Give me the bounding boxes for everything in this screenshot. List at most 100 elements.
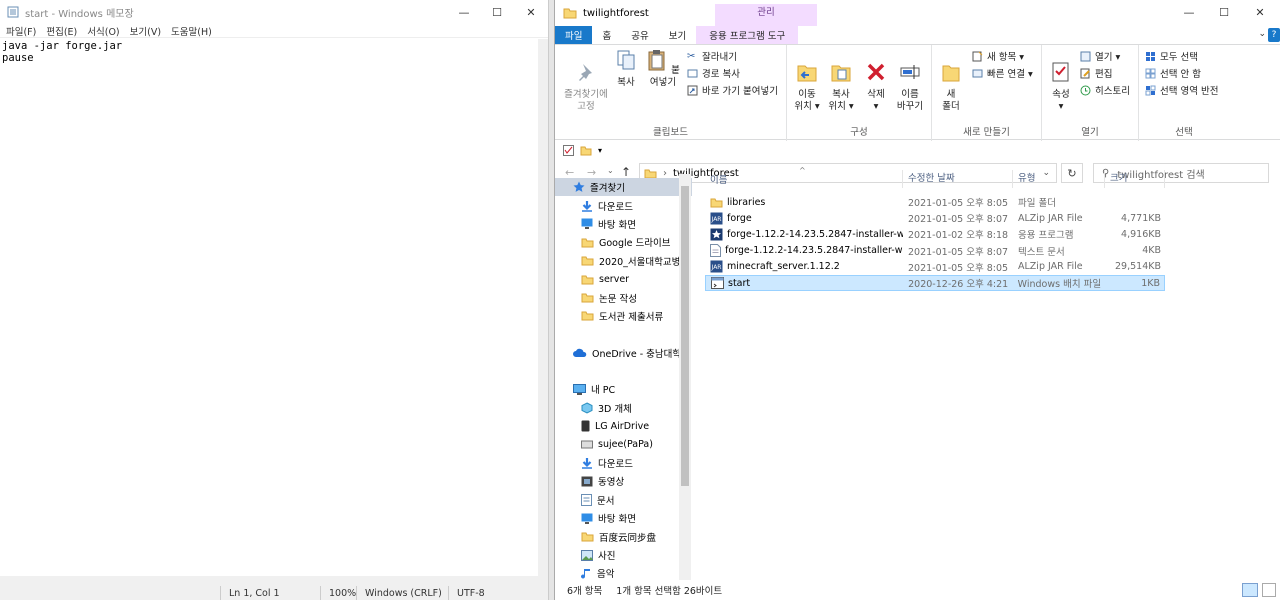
notepad-title: start - Windows 메모장	[25, 8, 134, 20]
nav-item[interactable]: server	[555, 270, 692, 288]
nav-item-label: 다운로드	[598, 201, 633, 213]
file-row[interactable]: forge-1.12.2-14.23.5.2847-installer-win.…	[705, 243, 1165, 259]
context-tab-manage[interactable]: 관리	[715, 4, 817, 26]
copy-button[interactable]: 복사	[611, 49, 641, 89]
nav-item[interactable]: 百度云同步盘	[555, 527, 692, 545]
maximize-button[interactable]: ☐	[480, 0, 514, 24]
properties-check-icon[interactable]	[563, 144, 574, 156]
nav-item[interactable]: 동영상	[555, 472, 692, 490]
nav-item[interactable]: 바탕 화면⚲	[555, 215, 692, 233]
file-row[interactable]: JAR forge 2021-01-05 오후 8:07 ALZip JAR File…	[705, 210, 1165, 226]
maximize-button[interactable]: ☐	[1207, 0, 1241, 24]
tab-share[interactable]: 공유	[621, 26, 658, 44]
select-all-button[interactable]: 모두 선택	[1145, 49, 1198, 63]
nav-item[interactable]: 바탕 화면	[555, 509, 692, 527]
new-folder-button[interactable]: 새 폴더	[936, 49, 966, 113]
minimize-button[interactable]: —	[447, 0, 481, 24]
navigation-pane: 즐겨찾기다운로드⚲바탕 화면⚲Google 드라이브⚲ 2020_서울대학교병se…	[555, 178, 692, 580]
copy-icon	[617, 50, 635, 70]
file-size: 1KB	[1141, 277, 1161, 289]
recent-locations-icon[interactable]: ⌄	[607, 166, 614, 175]
select-none-button[interactable]: 선택 안 함	[1145, 66, 1201, 80]
navigation-scrollbar[interactable]	[679, 174, 691, 580]
new-item-button[interactable]: 새 항목 ▾	[972, 49, 1024, 63]
nav-item[interactable]: OneDrive - 충남대학	[555, 344, 692, 362]
nav-item[interactable]: 도서관 제출서류	[555, 307, 692, 325]
nav-item[interactable]: 3D 개체	[555, 399, 692, 417]
file-row[interactable]: libraries 2021-01-05 오후 8:05 파일 폴더	[705, 194, 1165, 210]
notepad-titlebar[interactable]: start - Windows 메모장 — ☐ ✕	[0, 0, 548, 24]
file-row[interactable]: forge-1.12.2-14.23.5.2847-installer-win 2…	[705, 226, 1165, 242]
menu-edit[interactable]: 편집(E)	[46, 24, 77, 38]
notepad-window: start - Windows 메모장 — ☐ ✕ 파일(F) 편집(E) 서식…	[0, 0, 549, 600]
properties-button[interactable]: 속성 ▾	[1046, 49, 1076, 113]
nav-item[interactable]: 문서	[555, 491, 692, 509]
easy-access-button[interactable]: 빠른 연결 ▾	[972, 66, 1033, 80]
nav-item[interactable]: LG AirDrive	[555, 417, 692, 435]
up-icon[interactable]: ↑	[621, 165, 631, 179]
menu-format[interactable]: 서식(O)	[87, 24, 119, 38]
paste-button[interactable]: 붙여넣기	[643, 49, 683, 89]
file-type: 텍스트 문서	[1018, 246, 1065, 258]
nav-item-label: 사진	[598, 551, 616, 562]
nav-item[interactable]: Google 드라이브⚲	[555, 233, 692, 251]
file-row[interactable]: start 2020-12-26 오후 4:21 Windows 배치 파일 1KB	[705, 274, 1165, 292]
nav-item[interactable]: 내 PC	[555, 380, 692, 398]
large-icons-view-icon[interactable]	[1262, 583, 1276, 597]
help-icon[interactable]: ?	[1268, 28, 1280, 42]
notepad-menubar: 파일(F) 편집(E) 서식(O) 보기(V) 도움말(H)	[0, 24, 548, 38]
nav-item[interactable]: 다운로드⚲	[555, 196, 692, 214]
tab-application-tools[interactable]: 응용 프로그램 도구	[696, 26, 799, 44]
rename-button[interactable]: 이름 바꾸기	[893, 49, 927, 113]
menu-view[interactable]: 보기(V)	[130, 24, 161, 38]
copy-to-button[interactable]: 복사 위치 ▾	[825, 49, 857, 113]
nav-item[interactable]: 논문 작성	[555, 288, 692, 306]
folder-icon	[581, 310, 594, 321]
path-icon	[687, 69, 698, 77]
file-list: 이름 ^ 수정한 날짜 유형 크기 libraries 2021-01-05 오후…	[705, 166, 1275, 292]
menu-help[interactable]: 도움말(H)	[171, 24, 212, 38]
file-row[interactable]: JAR minecraft_server.1.12.2 2021-01-05 오후 …	[705, 259, 1165, 275]
history-button[interactable]: 히스토리	[1080, 83, 1130, 97]
paste-shortcut-button[interactable]: 바로 가기 붙여넣기	[687, 83, 778, 97]
file-name: forge-1.12.2-14.23.5.2847-installer-win	[727, 228, 903, 240]
minimize-button[interactable]: —	[1172, 0, 1206, 24]
nav-item[interactable]: 다운로드	[555, 454, 692, 472]
pin-icon	[579, 64, 592, 81]
column-date[interactable]: 수정한 날짜	[903, 170, 1013, 188]
new-folder-icon[interactable]	[580, 145, 592, 156]
file-type: ALZip JAR File	[1018, 261, 1083, 273]
close-button[interactable]: ✕	[1243, 0, 1277, 24]
notepad-vertical-scrollbar[interactable]	[538, 39, 548, 576]
delete-x-icon	[867, 63, 885, 81]
notepad-text-area[interactable]: java -jar forge.jar pause	[0, 39, 548, 576]
tab-view[interactable]: 보기	[659, 26, 696, 44]
delete-button[interactable]: 삭제 ▾	[861, 49, 891, 113]
qat-customize-icon[interactable]: ▾	[598, 146, 602, 155]
tab-file[interactable]: 파일	[555, 26, 593, 44]
pin-quick-access-button[interactable]: 즐겨찾기에 고정	[560, 49, 612, 113]
notepad-horizontal-scrollbar[interactable]	[0, 576, 548, 586]
explorer-titlebar[interactable]: twilightforest 관리 — ☐ ✕	[555, 0, 1280, 26]
nav-item[interactable]: sujee(PaPa)	[555, 435, 692, 453]
column-size[interactable]: 크기	[1105, 170, 1165, 188]
nav-item-label: 3D 개체	[598, 403, 632, 415]
open-button[interactable]: 열기 ▾	[1080, 49, 1120, 63]
menu-file[interactable]: 파일(F)	[6, 24, 36, 38]
copy-path-button[interactable]: 경로 복사	[687, 66, 740, 80]
file-size: 4KB	[1142, 245, 1161, 257]
close-button[interactable]: ✕	[514, 0, 548, 24]
edit-button[interactable]: 편집	[1080, 66, 1112, 80]
nav-item[interactable]: 사진	[555, 546, 692, 564]
nav-item[interactable]: 음악	[555, 564, 692, 580]
move-to-button[interactable]: 이동 위치 ▾	[791, 49, 823, 113]
tab-home[interactable]: 홈	[592, 26, 621, 44]
nav-item[interactable]: 즐겨찾기	[555, 178, 692, 197]
nav-item[interactable]: 2020_서울대학교병	[555, 252, 692, 270]
new-item-icon	[972, 51, 983, 61]
column-type[interactable]: 유형	[1013, 170, 1105, 188]
ribbon-expand-icon[interactable]: ⌄	[1258, 29, 1266, 39]
cut-button[interactable]: ✂ 잘라내기	[687, 49, 737, 64]
invert-selection-button[interactable]: 선택 영역 반전	[1145, 83, 1218, 97]
details-view-icon[interactable]	[1242, 583, 1258, 597]
